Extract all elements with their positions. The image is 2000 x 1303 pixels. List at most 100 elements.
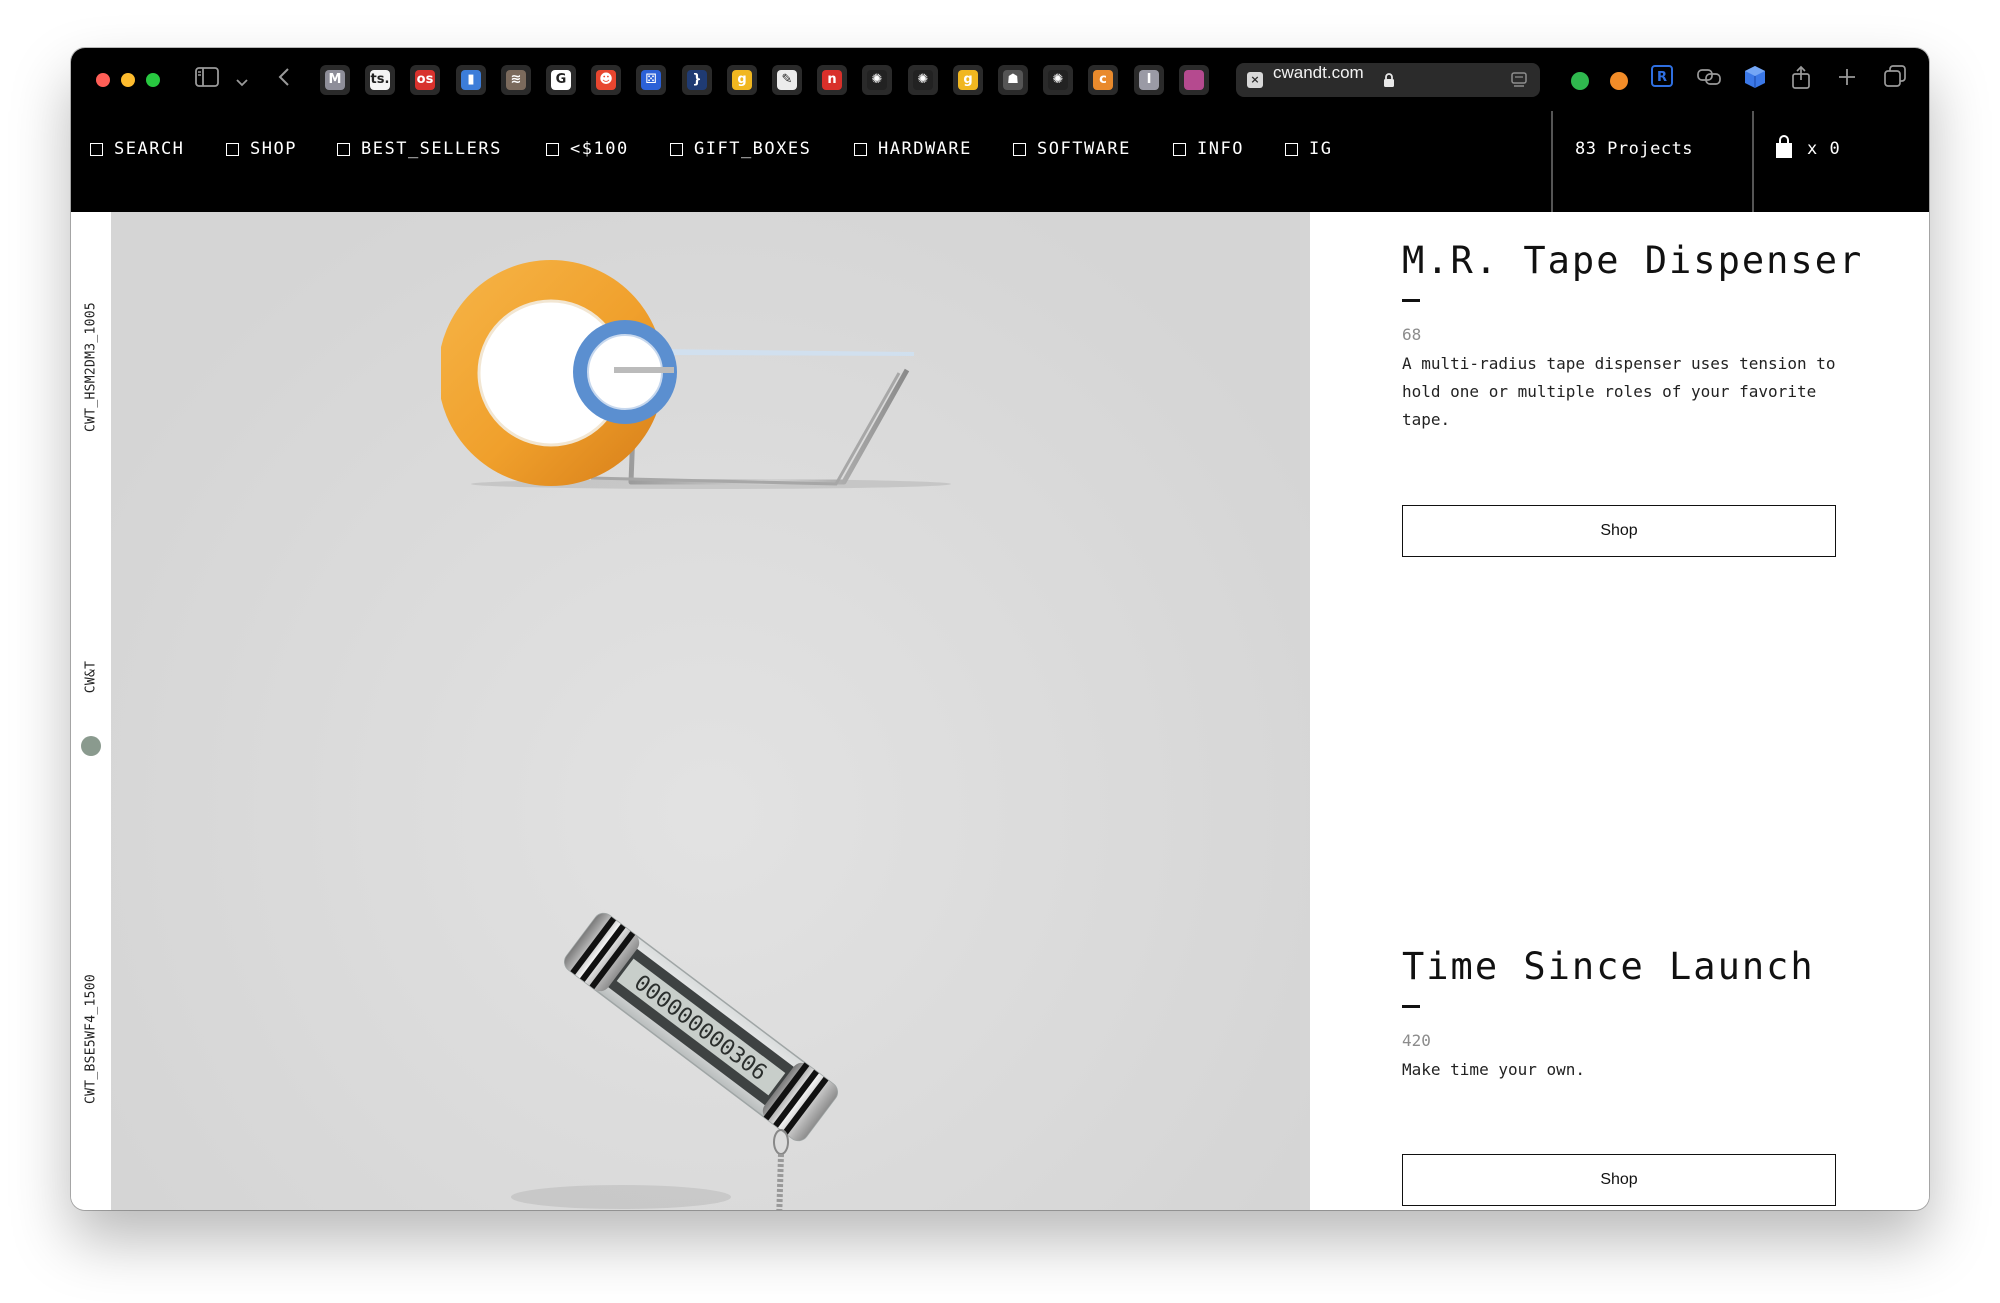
- site-nav: SEARCH SHOP BEST_SELLERS <$100 GIFT_BOXE…: [71, 111, 1929, 212]
- sidebar-toggle-icon[interactable]: [194, 65, 220, 95]
- product-description: A multi-radius tape dispenser uses tensi…: [1402, 354, 1836, 429]
- extension-green-icon[interactable]: [1571, 72, 1589, 90]
- browser-tab[interactable]: ✺: [1043, 65, 1073, 95]
- rail-sku-bottom: CWT_BSE5WF4_1500: [83, 973, 99, 1105]
- browser-tab[interactable]: g: [727, 65, 757, 95]
- browser-tab[interactable]: n: [817, 65, 847, 95]
- tab-overview-icon[interactable]: [1883, 65, 1907, 95]
- nav-best-sellers[interactable]: BEST_SELLERS: [337, 138, 502, 160]
- nav-software[interactable]: SOFTWARE: [1013, 138, 1131, 160]
- checkbox-icon: [226, 142, 239, 156]
- product-title: Time Since Launch: [1402, 945, 1815, 988]
- reader-mode-icon[interactable]: [1510, 72, 1528, 92]
- nav-label: IG: [1309, 139, 1333, 159]
- new-tab-plus-icon[interactable]: [1836, 65, 1858, 95]
- browser-tab[interactable]: ✺: [908, 65, 938, 95]
- browser-tab[interactable]: }: [682, 65, 712, 95]
- shop-button[interactable]: Shop: [1402, 505, 1836, 557]
- svg-text:R: R: [1657, 70, 1667, 85]
- zoom-window-button[interactable]: [146, 73, 160, 87]
- close-tab-icon[interactable]: ×: [1247, 72, 1263, 88]
- browser-tab[interactable]: c: [1088, 65, 1118, 95]
- extension-orange-icon[interactable]: [1610, 72, 1628, 90]
- openai-favicon-3: ✺: [1048, 70, 1068, 90]
- nav-info[interactable]: INFO: [1173, 138, 1244, 160]
- address-bar[interactable]: × cwandt.com: [1236, 63, 1540, 97]
- orange-c-favicon: c: [1093, 70, 1113, 90]
- left-rail: CWT_HSM2DM3_1005 CW&T CWT_BSE5WF4_1500: [71, 212, 111, 1210]
- os-favicon: os: [415, 70, 435, 90]
- i-favicon: I: [1139, 70, 1159, 90]
- browser-tab[interactable]: [1179, 65, 1209, 95]
- extension-r-icon[interactable]: R: [1649, 65, 1675, 95]
- url-text: cwandt.com: [1273, 63, 1364, 82]
- browser-tab[interactable]: ☻: [591, 65, 621, 95]
- nav-divider: [1752, 111, 1754, 212]
- time-since-launch-image[interactable]: 000000000306: [511, 862, 911, 1210]
- openai-favicon: ✺: [867, 70, 887, 90]
- title-dash: [1402, 299, 1420, 302]
- browser-tab[interactable]: G: [546, 65, 576, 95]
- browser-toolbar: Mts. os ▮ ≋ G ☻ ⚄} g ✎ n ✺ ✺ g ☗ ✺ c I × cwandt.com R: [71, 48, 1929, 111]
- checkbox-icon: [546, 142, 559, 156]
- rail-brand-label: CW&T: [83, 660, 99, 694]
- browser-tab[interactable]: ✺: [862, 65, 892, 95]
- red-face-favicon: ☻: [596, 70, 616, 90]
- browser-tab[interactable]: ▮: [456, 65, 486, 95]
- rail-sku-top: CWT_HSM2DM3_1005: [83, 301, 99, 433]
- cart-button[interactable]: x 0: [1775, 135, 1841, 163]
- nav-ig[interactable]: IG: [1285, 138, 1332, 160]
- nav-label: SEARCH: [114, 139, 185, 159]
- shop-button[interactable]: Shop: [1402, 1154, 1836, 1206]
- m-favicon: M: [325, 70, 345, 90]
- robot-favicon: ☗: [1003, 70, 1023, 90]
- browser-tab[interactable]: M: [320, 65, 350, 95]
- product-card-time-since-launch: Time Since Launch 420 Make time your own…: [1402, 945, 1836, 1206]
- nav-search[interactable]: SEARCH: [90, 138, 184, 160]
- lock-icon: [1383, 73, 1395, 92]
- nav-gift-boxes[interactable]: GIFT_BOXES: [670, 138, 811, 160]
- product-details-panel: M.R. Tape Dispenser 68 A multi-radius ta…: [1310, 212, 1929, 1210]
- openai-favicon-2: ✺: [913, 70, 933, 90]
- extension-chat-icon[interactable]: [1696, 65, 1722, 95]
- nav-label: HARDWARE: [878, 139, 972, 159]
- browser-window: Mts. os ▮ ≋ G ☻ ⚄} g ✎ n ✺ ✺ g ☗ ✺ c I × cwandt.com R: [71, 48, 1929, 1210]
- browser-tab[interactable]: g: [953, 65, 983, 95]
- back-arrow-icon[interactable]: [276, 65, 292, 95]
- browser-tab[interactable]: I: [1134, 65, 1164, 95]
- g-yellow-favicon: g: [732, 70, 752, 90]
- browser-tab[interactable]: ⚄: [636, 65, 666, 95]
- n-red-favicon: n: [822, 70, 842, 90]
- extension-cube-icon[interactable]: [1742, 65, 1768, 95]
- pen-favicon: ✎: [777, 70, 797, 90]
- close-window-button[interactable]: [96, 73, 110, 87]
- tape-dispenser-image[interactable]: [441, 252, 981, 492]
- chevron-down-icon[interactable]: [235, 65, 249, 95]
- browser-tab[interactable]: ✎: [772, 65, 802, 95]
- browser-tab[interactable]: ☗: [998, 65, 1028, 95]
- browser-tab[interactable]: ts.: [365, 65, 395, 95]
- product-title: M.R. Tape Dispenser: [1402, 239, 1864, 282]
- projects-count[interactable]: 83 Projects: [1554, 138, 1714, 160]
- checkbox-icon: [1285, 142, 1298, 156]
- scroll-position-indicator[interactable]: [81, 736, 101, 756]
- checkbox-icon: [90, 142, 103, 156]
- checkbox-icon: [1013, 142, 1026, 156]
- nav-label: INFO: [1197, 139, 1244, 159]
- ts-favicon: ts.: [370, 70, 390, 90]
- nav-under-100[interactable]: <$100: [546, 138, 629, 160]
- dice-favicon: ⚄: [641, 70, 661, 90]
- browser-tab[interactable]: ≋: [501, 65, 531, 95]
- checkbox-icon: [670, 142, 683, 156]
- cart-count: x 0: [1807, 139, 1841, 159]
- minimize-window-button[interactable]: [121, 73, 135, 87]
- ribbon-favicon: ≋: [506, 70, 526, 90]
- tab-strip: Mts. os ▮ ≋ G ☻ ⚄} g ✎ n ✺ ✺ g ☗ ✺ c I: [320, 63, 1225, 97]
- nav-hardware[interactable]: HARDWARE: [854, 138, 972, 160]
- checkbox-icon: [854, 142, 867, 156]
- nav-label: SHOP: [250, 139, 297, 159]
- shopping-bag-icon: [1775, 135, 1793, 163]
- browser-tab[interactable]: os: [410, 65, 440, 95]
- share-icon[interactable]: [1790, 65, 1812, 95]
- nav-shop[interactable]: SHOP: [226, 138, 297, 160]
